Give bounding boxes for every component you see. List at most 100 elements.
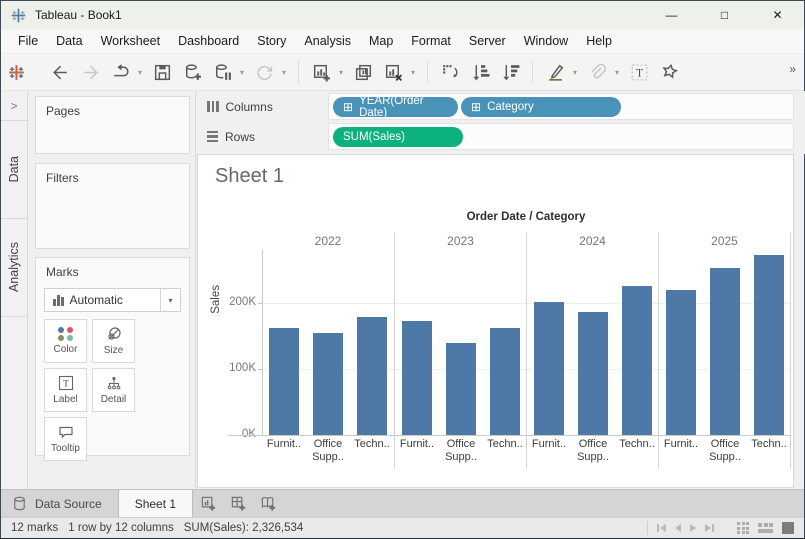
category-tick-label[interactable]: Furnit.. xyxy=(262,438,306,451)
replay-icon[interactable] xyxy=(107,58,133,86)
expand-plus-icon[interactable]: ⊞ xyxy=(471,100,481,114)
tab-data[interactable]: Data xyxy=(1,121,27,219)
year-header-label[interactable]: 2025 xyxy=(659,234,790,248)
category-tick-label[interactable]: Techn.. xyxy=(350,438,394,451)
last-page-icon[interactable] xyxy=(705,524,714,532)
close-icon[interactable]: ✕ xyxy=(751,1,804,29)
pill-sum-sales[interactable]: SUM(Sales) xyxy=(333,127,463,147)
status-separator xyxy=(647,521,648,535)
menu-format[interactable]: Format xyxy=(402,29,460,53)
new-worksheet-tab-icon[interactable] xyxy=(193,490,223,517)
bar-2025-furniture[interactable] xyxy=(666,290,696,435)
category-tick-label[interactable]: Furnit.. xyxy=(659,438,703,451)
bar-2022-office-supplies[interactable] xyxy=(313,333,343,435)
sheet-title[interactable]: Sheet 1 xyxy=(215,165,284,188)
pages-shelf[interactable]: Pages xyxy=(35,96,190,154)
menu-help[interactable]: Help xyxy=(577,29,621,53)
mark-type-dropdown[interactable]: Automatic ▾ xyxy=(44,288,181,312)
new-story-tab-icon[interactable] xyxy=(253,490,283,517)
tab-analytics[interactable]: Analytics xyxy=(1,219,27,317)
refresh-icon[interactable] xyxy=(251,58,277,86)
menu-analysis[interactable]: Analysis xyxy=(295,29,360,53)
year-header-label[interactable]: 2023 xyxy=(395,234,526,248)
category-tick-label[interactable]: OfficeSupp.. xyxy=(571,438,615,464)
pause-auto-updates-icon[interactable] xyxy=(209,58,235,86)
pill-category[interactable]: ⊞ Category xyxy=(461,97,621,117)
menu-data[interactable]: Data xyxy=(47,29,91,53)
show-tabs-icon[interactable] xyxy=(782,522,794,534)
menu-dashboard[interactable]: Dashboard xyxy=(169,29,248,53)
bar-2022-technology[interactable] xyxy=(357,317,387,435)
category-tick-label[interactable]: OfficeSupp.. xyxy=(703,438,747,464)
category-tick-label[interactable]: OfficeSupp.. xyxy=(306,438,350,464)
columns-shelf[interactable]: ⊞ YEAR(Order Date) ⊞ Category xyxy=(328,93,794,120)
bar-2024-office-supplies[interactable] xyxy=(578,312,608,435)
year-header-label[interactable]: 2024 xyxy=(527,234,658,248)
pause-caret-icon[interactable]: ▾ xyxy=(237,68,247,77)
chevron-down-icon[interactable]: ▾ xyxy=(160,289,180,311)
menu-window[interactable]: Window xyxy=(515,29,577,53)
category-tick-label[interactable]: Techn.. xyxy=(615,438,659,451)
clear-sheet-icon[interactable] xyxy=(380,58,406,86)
tooltip-button[interactable]: Tooltip xyxy=(44,417,87,461)
bar-2023-technology[interactable] xyxy=(490,328,520,435)
save-icon[interactable] xyxy=(149,58,175,86)
minimize-icon[interactable]: — xyxy=(645,1,698,29)
clear-sheet-caret-icon[interactable]: ▾ xyxy=(408,68,418,77)
category-tick-label[interactable]: Furnit.. xyxy=(395,438,439,451)
category-tick-label[interactable]: Techn.. xyxy=(747,438,791,451)
toolbar-overflow-icon[interactable]: » xyxy=(789,62,796,76)
duplicate-sheet-icon[interactable] xyxy=(350,58,376,86)
color-button[interactable]: Color xyxy=(44,319,87,363)
menu-server[interactable]: Server xyxy=(460,29,515,53)
bar-2023-furniture[interactable] xyxy=(402,321,432,435)
sort-ascending-icon[interactable] xyxy=(467,58,493,86)
sheet-sorter-icon[interactable] xyxy=(737,522,749,534)
menu-map[interactable]: Map xyxy=(360,29,402,53)
tab-data-source[interactable]: Data Source xyxy=(1,490,118,517)
next-page-icon[interactable] xyxy=(690,524,696,532)
undo-icon[interactable] xyxy=(47,58,73,86)
collapse-pane-chevron-icon[interactable]: > xyxy=(1,91,27,121)
category-tick-label[interactable]: OfficeSupp.. xyxy=(439,438,483,464)
detail-button[interactable]: Detail xyxy=(92,368,135,412)
presentation-pin-icon[interactable] xyxy=(656,58,682,86)
menu-worksheet[interactable]: Worksheet xyxy=(92,29,170,53)
filters-shelf[interactable]: Filters xyxy=(35,163,190,249)
column-field-header[interactable]: Order Date / Category xyxy=(262,211,790,223)
new-worksheet-icon[interactable] xyxy=(308,58,334,86)
category-tick-label[interactable]: Techn.. xyxy=(483,438,527,451)
category-tick-label[interactable]: Furnit.. xyxy=(527,438,571,451)
svg-text:T: T xyxy=(63,380,69,390)
menu-file[interactable]: File xyxy=(9,29,47,53)
redo-icon[interactable] xyxy=(77,58,103,86)
filmstrip-view-icon[interactable] xyxy=(758,523,773,533)
highlight-caret-icon[interactable]: ▾ xyxy=(570,68,580,77)
bar-2022-furniture[interactable] xyxy=(269,328,299,435)
sort-descending-icon[interactable] xyxy=(497,58,523,86)
tab-sheet1[interactable]: Sheet 1 xyxy=(118,490,193,517)
new-data-source-icon[interactable] xyxy=(179,58,205,86)
bar-2025-technology[interactable] xyxy=(754,255,784,435)
bar-2023-office-supplies[interactable] xyxy=(446,343,476,435)
replay-caret-icon[interactable]: ▾ xyxy=(135,68,145,77)
tableau-toolbar-logo-icon[interactable] xyxy=(3,58,29,86)
swap-rows-columns-icon[interactable] xyxy=(437,58,463,86)
bar-2025-office-supplies[interactable] xyxy=(710,268,740,435)
highlight-icon[interactable] xyxy=(542,58,568,86)
rows-shelf[interactable]: SUM(Sales) xyxy=(328,123,794,150)
show-mark-labels-icon[interactable]: T xyxy=(626,58,652,86)
new-worksheet-caret-icon[interactable]: ▾ xyxy=(336,68,346,77)
maximize-icon[interactable]: □ xyxy=(698,1,751,29)
pill-year-order-date[interactable]: ⊞ YEAR(Order Date) xyxy=(333,97,458,117)
label-button[interactable]: T Label xyxy=(44,368,87,412)
menu-story[interactable]: Story xyxy=(248,29,295,53)
first-page-icon[interactable] xyxy=(657,524,666,532)
year-header-label[interactable]: 2022 xyxy=(262,234,394,248)
new-dashboard-tab-icon[interactable] xyxy=(223,490,253,517)
bar-2024-technology[interactable] xyxy=(622,286,652,435)
expand-plus-icon[interactable]: ⊞ xyxy=(343,100,353,114)
previous-page-icon[interactable] xyxy=(675,524,681,532)
bar-2024-furniture[interactable] xyxy=(534,302,564,435)
size-button[interactable]: Size xyxy=(92,319,135,363)
